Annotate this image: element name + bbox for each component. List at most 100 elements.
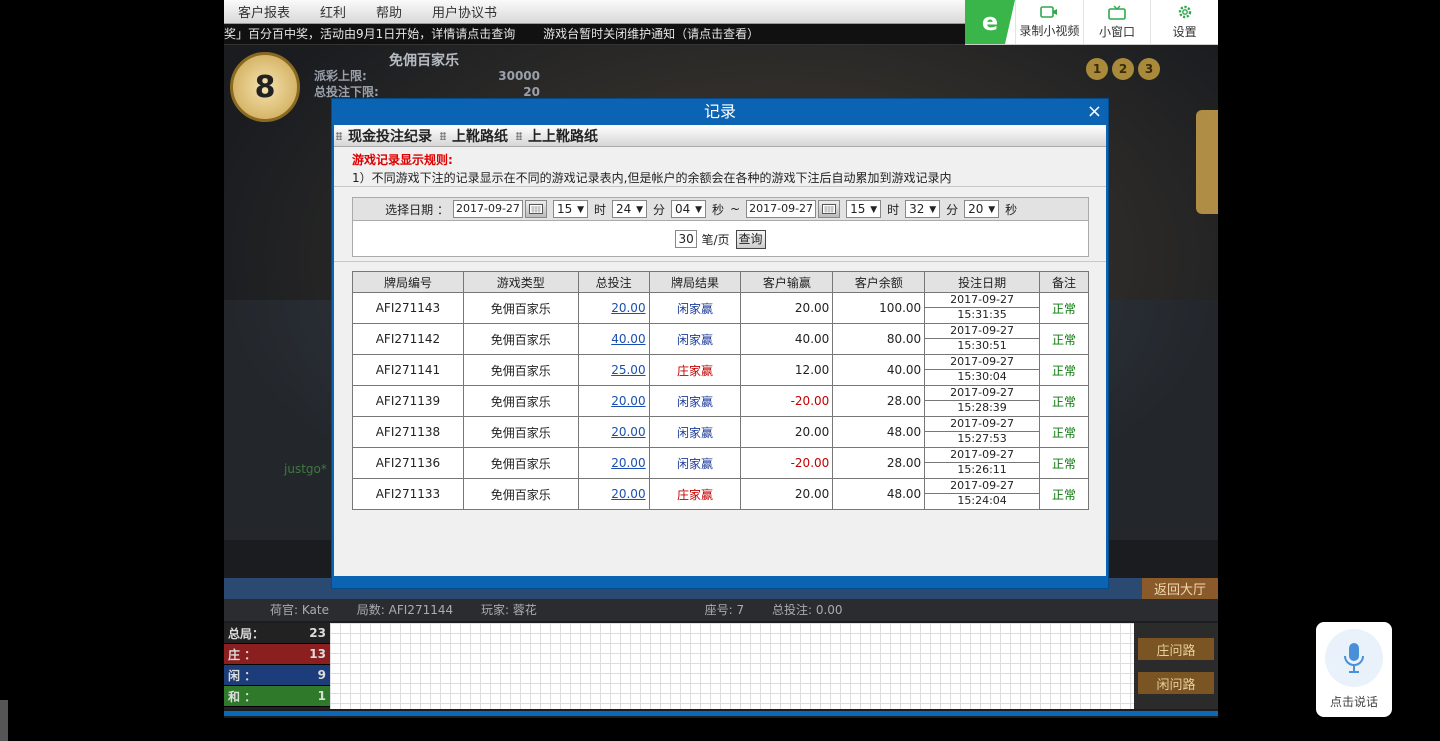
tab-last-shoe[interactable]: 上靴路纸 [440,126,508,146]
calendar-icon[interactable] [818,200,841,218]
display-rules: 游戏记录显示规则: 1）不同游戏下注的记录显示在不同的游戏记录表内,但是帐户的余… [334,147,1106,187]
table-name: 免佣百家乐 [389,53,459,69]
grip-icon [440,131,446,140]
record-tabs: 现金投注纪录 上靴路纸 上上靴路纸 [334,125,1106,147]
bottom-accent-line [224,711,1218,716]
bet-date: 2017-09-27 [925,448,1040,463]
ticker-item-promo[interactable]: 奖」百分百中奖，活动由9月1日开始，详情请点击查询 [224,27,515,41]
from-minute-select[interactable]: 24 [612,200,648,218]
game-info-bar: 荷官: Kate 局数: AFI271144 玩家: 蓉花 座号: 7 总投注:… [224,599,1218,621]
unit-hour: 时 [887,202,900,217]
side-panel-tab[interactable] [1196,110,1218,214]
win-loss-cell: 20.00 [740,292,834,324]
per-page-unit: 笔/页 [701,232,730,247]
player-ask-road-button[interactable]: 闲问路 [1138,672,1214,694]
table-brand-text: justgo* [284,462,327,476]
bet-detail-link[interactable]: 40.00 [611,332,645,346]
limit-row: 派彩上限: 30000 [314,68,540,84]
result-cell: 庄家赢 [648,354,742,386]
col-result: 牌局结果 [648,271,742,293]
road-map-panel: 总局： 23 庄 ： 13 闲 ： 9 和 ： 1 庄问路 闲问路 [224,623,1218,709]
menu-item-help[interactable]: 帮助 [376,2,402,21]
bet-detail-link[interactable]: 20.00 [611,487,645,501]
bet-detail-link[interactable]: 20.00 [611,394,645,408]
ticker-item-maintenance[interactable]: 游戏台暂时关闭维护通知（请点击查看） [543,27,759,41]
stat-banker: 庄 ： 13 [224,644,330,665]
stat-player: 闲 ： 9 [224,665,330,686]
col-bet-date: 投注日期 [924,271,1041,293]
stat-value: 13 [309,647,326,661]
tab-label: 上靴路纸 [452,128,508,145]
col-game-type: 游戏类型 [462,271,579,293]
round-id-cell: AFI271136 [352,447,464,479]
dialog-title-bar: 记录 × [332,99,1108,125]
banker-ask-road-button[interactable]: 庄问路 [1138,638,1214,660]
col-round-id: 牌局编号 [352,271,464,293]
bet-limits: 派彩上限: 30000 总投注下限: 20 [314,68,540,100]
col-total-bet: 总投注 [577,271,650,293]
balance-cell: 48.00 [832,478,926,510]
back-to-lobby-button[interactable]: 返回大厅 [1142,578,1218,599]
settings-label: 设置 [1172,25,1197,39]
game-type-cell: 免佣百家乐 [462,292,579,324]
note-cell: 正常 [1039,478,1089,510]
col-balance: 客户余额 [832,271,926,293]
stat-total: 总局： 23 [224,623,330,644]
bet-detail-link[interactable]: 20.00 [611,301,645,315]
note-cell: 正常 [1039,385,1089,417]
to-minute-select[interactable]: 32 [905,200,941,218]
bet-date: 2017-09-27 [925,293,1040,308]
from-date-input[interactable]: 2017-09-27 [453,200,523,218]
settings-button[interactable]: 设置 [1150,0,1218,44]
tab-cash-bets[interactable]: 现金投注纪录 [336,126,432,146]
bet-time: 15:24:04 [957,494,1007,507]
to-date-input[interactable]: 2017-09-27 [746,200,817,218]
to-second-select[interactable]: 20 [964,200,1000,218]
query-button[interactable]: 查询 [735,229,766,249]
total-bet-cell: 20.00 [577,385,650,417]
close-icon[interactable]: × [1087,102,1102,122]
mini-window-button[interactable]: 小窗口 [1082,0,1151,44]
bet-detail-link[interactable]: 20.00 [611,425,645,439]
date-range-row: 选择日期 ： 2017-09-27 15 时 24 分 04 秒 ~ 2017-… [353,198,1088,221]
to-hour-select[interactable]: 15 [846,200,882,218]
menu-item-report[interactable]: 客户报表 [238,2,290,21]
win-loss-cell: 40.00 [740,323,834,355]
tab-label: 上上靴路纸 [528,128,598,145]
bet-date-cell: 2017-09-27 15:30:04 [924,354,1041,386]
result-stats: 总局： 23 庄 ： 13 闲 ： 9 和 ： 1 [224,623,330,709]
limit-label: 派彩上限: [314,69,367,83]
records-dialog: 记录 × 现金投注纪录 上靴路纸 上上靴路纸 游戏记录显示规则: 1）不同游戏下… [331,98,1109,589]
menu-item-agreement[interactable]: 用户协议书 [432,2,497,21]
rules-line: 1）不同游戏下注的记录显示在不同的游戏记录表内,但是帐户的余额会在各种的游戏下注… [352,171,952,185]
tab-prev-shoe[interactable]: 上上靴路纸 [516,126,598,146]
microphone-icon [1325,629,1383,687]
balance-cell: 100.00 [832,292,926,324]
round-id-cell: AFI271141 [352,354,464,386]
top-menu-bar: 客户报表 红利 帮助 用户协议书 [224,0,965,24]
win-loss-cell: 20.00 [740,478,834,510]
table-row: AFI271133 免佣百家乐 20.00 庄家赢 20.00 48.00 2017-09-… [352,478,1089,510]
note-cell: 正常 [1039,292,1089,324]
grip-icon [516,131,522,140]
calendar-icon[interactable] [525,200,547,218]
bet-date: 2017-09-27 [925,355,1040,370]
total-bet-cell: 20.00 [577,478,650,510]
voice-input-widget[interactable]: 点击说话 [1316,622,1392,717]
record-video-label: 录制小视频 [1019,24,1080,38]
record-video-button[interactable]: 录制小视频 [1015,0,1083,44]
page-dot-3[interactable]: 3 [1138,58,1160,80]
bet-date-cell: 2017-09-27 15:28:39 [924,385,1041,417]
from-second-select[interactable]: 04 [671,200,707,218]
from-hour-select[interactable]: 15 [553,200,588,218]
menu-item-bonus[interactable]: 红利 [320,2,346,21]
range-tilde: ~ [730,202,741,216]
per-page-input[interactable]: 30 [675,230,698,248]
page-dot-2[interactable]: 2 [1112,58,1134,80]
bet-detail-link[interactable]: 20.00 [611,456,645,470]
paging-row: 30 笔/页 查询 [353,221,1088,257]
unit-second: 秒 [712,202,725,217]
bet-detail-link[interactable]: 25.00 [611,363,645,377]
win-loss-cell: 20.00 [740,416,834,448]
page-dot-1[interactable]: 1 [1086,58,1108,80]
